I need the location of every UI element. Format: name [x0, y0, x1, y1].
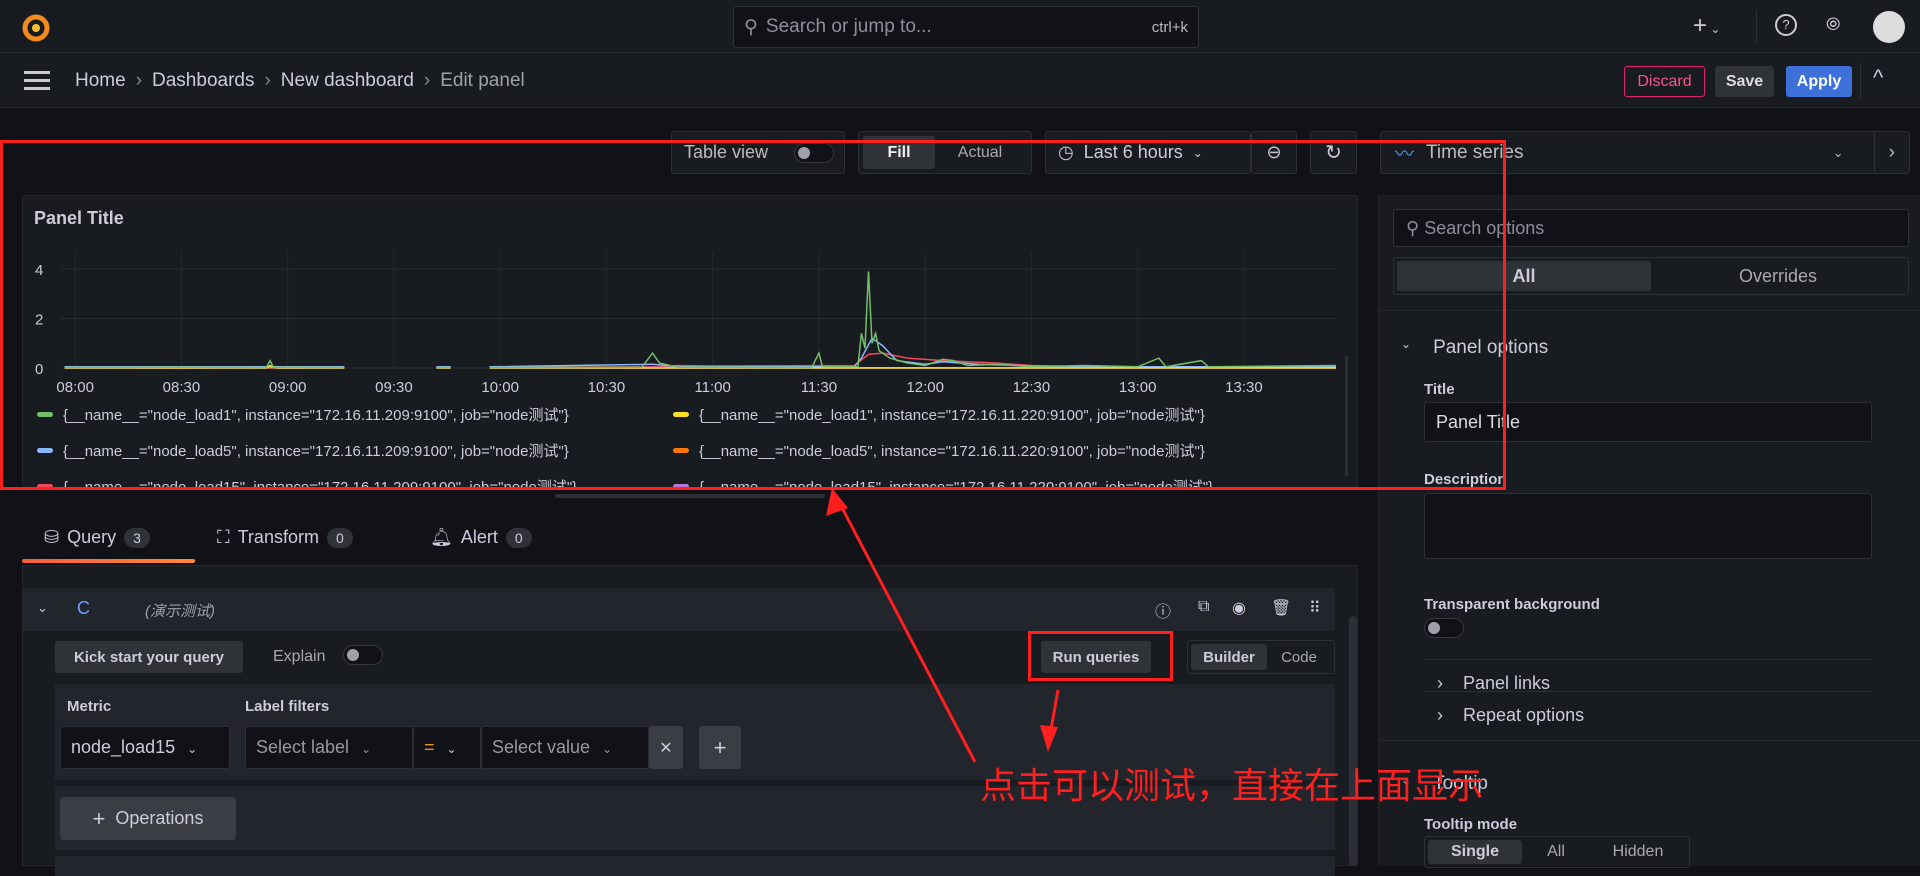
collapse-icon[interactable]: ^: [1873, 65, 1883, 91]
explain-label: Explain: [273, 648, 326, 665]
scrollbar[interactable]: [1349, 616, 1357, 866]
remove-filter-button[interactable]: ✕: [649, 726, 683, 769]
transparent-background-toggle[interactable]: [1424, 618, 1464, 638]
bell-icon: 🔔︎: [430, 527, 453, 547]
tooltip-mode-label: Tooltip mode: [1424, 816, 1518, 833]
query-editor-pane: ⌄ C (演示测试) ⓘ ⧉ ◉ 🗑︎ ⠿ Kick start your qu…: [22, 565, 1358, 876]
menu-icon[interactable]: [24, 71, 50, 90]
divider: [1860, 63, 1861, 99]
divider: [1424, 691, 1872, 692]
top-bar: ⚲ Search or jump to... ctrl+k + ⌄ ? ⦾: [0, 0, 1920, 53]
kick-start-button[interactable]: Kick start your query: [55, 641, 243, 673]
mode-hidden[interactable]: Hidden: [1590, 840, 1686, 864]
shortcut-hint: ctrl+k: [1151, 18, 1188, 36]
transparent-background-label: Transparent background: [1424, 596, 1600, 613]
label-filters-label: Label filters: [245, 698, 330, 715]
save-button[interactable]: Save: [1715, 66, 1774, 97]
tab-overrides[interactable]: Overrides: [1651, 261, 1905, 291]
collapse-chevron-icon[interactable]: ⌄: [37, 600, 48, 616]
tab-count: 0: [505, 527, 532, 548]
user-avatar[interactable]: [1873, 11, 1905, 43]
chevron-down-icon: ⌄: [1832, 144, 1844, 160]
query-datasource: (演示测试): [145, 603, 215, 620]
tab-alert[interactable]: 🔔︎ Alert 0: [430, 527, 532, 548]
operator-select[interactable]: = ⌄: [413, 726, 481, 769]
breadcrumb-separator: ›: [423, 70, 431, 91]
tab-label: Transform: [237, 527, 319, 547]
breadcrumb-edit-panel: Edit panel: [440, 70, 525, 91]
breadcrumb-separator: ›: [264, 70, 271, 91]
tab-query[interactable]: ⛁ Query 3: [44, 527, 150, 548]
add-new-button[interactable]: + ⌄: [1693, 12, 1720, 40]
breadcrumb: Home › Dashboards › New dashboard › Edit pa…: [75, 70, 525, 92]
divider: [1756, 10, 1757, 42]
add-filter-button[interactable]: +: [699, 726, 741, 769]
news-feed-icon[interactable]: ⦾: [1826, 14, 1840, 35]
pane-resize-handle[interactable]: [555, 494, 825, 498]
query-section: [55, 856, 1335, 876]
eye-icon[interactable]: ◉: [1232, 598, 1246, 618]
tab-count: 3: [124, 527, 150, 548]
drag-handle-icon[interactable]: ⠿: [1309, 598, 1321, 618]
tab-transform[interactable]: ⛶ Transform 0: [217, 527, 353, 548]
annotation-highlight-panel: [0, 140, 1506, 490]
search-bar[interactable]: ⚲ Search or jump to... ctrl+k: [733, 6, 1199, 48]
tab-label: Query: [67, 527, 117, 547]
code-option[interactable]: Code: [1267, 644, 1331, 670]
repeat-options-section[interactable]: › Repeat options: [1437, 705, 1584, 726]
help-icon[interactable]: ⓘ: [1155, 598, 1171, 622]
tooltip-mode-select: Single All Hidden: [1424, 836, 1690, 868]
duplicate-icon[interactable]: ⧉: [1198, 598, 1209, 616]
tab-label: Alert: [460, 527, 498, 547]
transform-icon: ⛶: [217, 527, 230, 547]
breadcrumb-home[interactable]: Home: [75, 70, 126, 92]
help-icon[interactable]: ?: [1775, 14, 1797, 36]
tab-count: 0: [326, 527, 353, 548]
query-ref-id[interactable]: C: [77, 598, 90, 619]
trash-icon[interactable]: 🗑︎: [1271, 598, 1291, 618]
description-textarea[interactable]: [1424, 493, 1872, 559]
add-operations-button[interactable]: + Operations: [60, 797, 236, 840]
builder-code-toggle: Builder Code: [1187, 640, 1335, 674]
toggle-options-button[interactable]: ›: [1873, 131, 1895, 174]
query-row-header[interactable]: ⌄ C (演示测试) ⓘ ⧉ ◉ 🗑︎ ⠿: [23, 588, 1335, 631]
breadcrumb-separator: ›: [135, 70, 143, 91]
search-icon: ⚲: [744, 16, 758, 38]
search-placeholder: Search or jump to...: [765, 16, 932, 37]
builder-option[interactable]: Builder: [1191, 644, 1267, 670]
breadcrumb-new-dashboard[interactable]: New dashboard: [281, 70, 414, 92]
grafana-logo-icon[interactable]: [22, 12, 50, 42]
active-tab-indicator: [22, 559, 195, 563]
breadcrumb-dashboards[interactable]: Dashboards: [152, 70, 254, 92]
mode-all[interactable]: All: [1522, 840, 1590, 864]
plus-icon: +: [92, 805, 106, 831]
mode-single[interactable]: Single: [1428, 840, 1522, 864]
discard-button[interactable]: Discard: [1624, 66, 1705, 97]
divider: [1424, 659, 1872, 660]
metric-select[interactable]: node_load15 ⌄: [60, 726, 230, 769]
value-select[interactable]: Select value ⌄: [481, 726, 649, 769]
divider: [1379, 740, 1920, 741]
database-icon: ⛁: [44, 527, 60, 547]
metric-label: Metric: [67, 698, 112, 715]
breadcrumb-bar: Home › Dashboards › New dashboard › Edit pa…: [0, 53, 1920, 108]
annotation-text: 点击可以测试，直接在上面显示: [980, 766, 1485, 807]
explain-toggle[interactable]: [343, 645, 383, 665]
annotation-highlight-run-queries: [1028, 631, 1173, 681]
apply-button[interactable]: Apply: [1786, 66, 1852, 97]
label-select[interactable]: Select label ⌄: [245, 726, 413, 769]
